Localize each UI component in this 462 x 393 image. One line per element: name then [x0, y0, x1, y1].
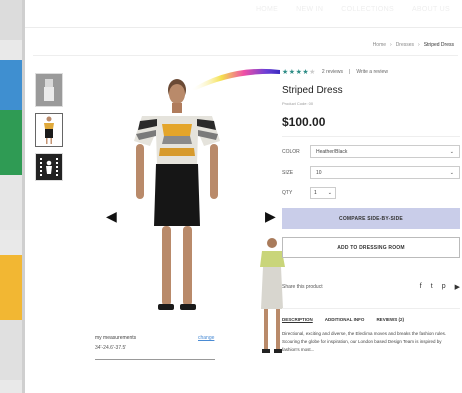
share-row: Share this product f t p ▶ — [282, 283, 460, 291]
color-label: COLOR — [282, 148, 300, 155]
star-icon: ★ — [309, 69, 316, 76]
nav-link-4[interactable]: ABOUT US — [412, 6, 450, 13]
separator: | — [349, 69, 351, 75]
share-label: Share this product — [282, 284, 323, 290]
write-review-link[interactable]: Write a review — [356, 69, 388, 75]
size-select[interactable]: 10 ⌄ — [310, 166, 460, 179]
size-label: SIZE — [282, 169, 294, 176]
divider — [282, 308, 460, 309]
qty-row: QTY 1 ⌄ — [282, 187, 460, 199]
pinterest-icon[interactable]: p — [442, 283, 446, 291]
social-icons: f t p ▶ — [420, 283, 460, 291]
compare-side-by-side-button[interactable]: COMPARE SIDE-BY-SIDE — [282, 208, 460, 229]
breadcrumb-current: Striped Dress — [423, 42, 454, 48]
product-title: Striped Dress — [282, 85, 343, 96]
twitter-icon[interactable]: t — [431, 283, 433, 291]
star-icon: ★ — [288, 69, 296, 76]
product-tabs: DESCRIPTION ADDITIONAL INFO REVIEWS (2) — [282, 317, 460, 322]
dress-avatar-thumb[interactable] — [35, 113, 63, 147]
thumbnail-list — [35, 73, 67, 187]
measurement-ruler — [95, 359, 215, 363]
qty-select-value: 1 — [314, 190, 317, 196]
breadcrumb-separator: › — [390, 42, 392, 48]
product-code: Product Code: 00 — [282, 101, 314, 106]
divider — [282, 136, 460, 137]
chevron-down-icon: ⌄ — [449, 169, 454, 176]
reviews-count-link[interactable]: 2 reviews — [322, 69, 343, 75]
breadcrumb-dresses[interactable]: Dresses — [396, 42, 414, 48]
rating-row: ★★★★★ 2 reviews | Write a review — [282, 68, 460, 76]
avatar-thumb-image — [36, 114, 62, 146]
dress-front-thumb[interactable] — [35, 73, 63, 107]
product-price: $100.00 — [282, 115, 326, 129]
nav-link-2[interactable]: NEW IN — [296, 6, 323, 13]
add-to-dressing-room-button[interactable]: ADD TO DRESSING ROOM — [282, 237, 460, 258]
shop-window: HOME NEW IN COLLECTIONS ABOUT US Home › … — [25, 0, 462, 393]
film-icon — [39, 157, 59, 177]
avatar-viewer[interactable]: ◀ ▶ my measurements 34'-24.6'-37.5' chan… — [70, 60, 285, 380]
qty-label: QTY — [282, 190, 293, 196]
breadcrumb-home[interactable]: Home — [373, 42, 386, 48]
tab-additional-info[interactable]: ADDITIONAL INFO — [325, 317, 365, 322]
dress-thumb-image — [36, 74, 62, 106]
change-measurements-link[interactable]: change — [198, 335, 214, 341]
nav-links: HOME NEW IN COLLECTIONS ABOUT US — [256, 6, 450, 13]
chevron-down-icon: ⌄ — [449, 148, 454, 155]
product-description: Directional, exciting and diverse, the E… — [282, 331, 447, 352]
youtube-icon[interactable]: ▶ — [455, 283, 460, 291]
measurements-label: my measurements — [95, 335, 137, 341]
star-icon: ★ — [282, 69, 289, 76]
divider — [25, 27, 462, 28]
adjacent-window-strip — [0, 0, 22, 393]
color-select-value: Heather/Black — [316, 148, 348, 155]
top-navigation: HOME NEW IN COLLECTIONS ABOUT US — [25, 0, 462, 28]
nav-link-1[interactable]: HOME — [256, 6, 278, 13]
chevron-down-icon: ⌄ — [327, 190, 332, 196]
rotate-left-arrow[interactable]: ◀ — [106, 208, 117, 225]
breadcrumb-separator: › — [418, 42, 420, 48]
rotate-right-arrow[interactable]: ▶ — [265, 208, 276, 225]
tab-reviews[interactable]: REVIEWS (2) — [376, 317, 404, 322]
video-thumb[interactable] — [35, 153, 63, 181]
size-select-value: 10 — [316, 169, 322, 176]
avatar-main — [134, 79, 220, 310]
breadcrumb: Home › Dresses › Striped Dress — [373, 42, 454, 48]
size-row: SIZE 10 ⌄ — [282, 166, 460, 179]
color-row: COLOR Heather/Black ⌄ — [282, 145, 460, 158]
nav-link-3[interactable]: COLLECTIONS — [341, 6, 394, 13]
facebook-icon[interactable]: f — [420, 283, 422, 291]
qty-select[interactable]: 1 ⌄ — [310, 187, 336, 199]
color-select[interactable]: Heather/Black ⌄ — [310, 145, 460, 158]
measurements: my measurements 34'-24.6'-37.5' — [95, 335, 136, 351]
measurements-value: 34'-24.6'-37.5' — [95, 345, 127, 351]
divider — [33, 55, 458, 56]
tab-description[interactable]: DESCRIPTION — [282, 317, 313, 322]
product-info: ★★★★★ 2 reviews | Write a review Striped… — [282, 68, 460, 354]
star-rating: ★★★★★ — [282, 68, 316, 76]
